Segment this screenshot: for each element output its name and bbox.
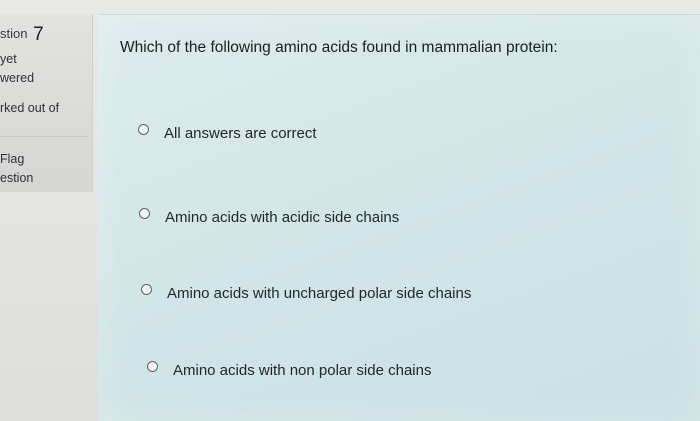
flag-label-line2: estion <box>0 171 34 185</box>
question-prefix: stion <box>0 26 28 41</box>
answer-option-non-polar[interactable]: Amino acids with non polar side chains <box>147 358 431 379</box>
radio-button[interactable] <box>147 361 158 372</box>
flag-label-line1: Flag <box>0 152 25 166</box>
flag-question-link[interactable]: Flag estion <box>0 150 33 188</box>
quiz-page: stion 7 yet wered rked out of Flag estio… <box>0 0 700 421</box>
answer-option-label: Amino acids with uncharged polar side ch… <box>167 285 472 302</box>
answer-option-label: All answers are correct <box>164 125 317 142</box>
question-info-panel: stion 7 yet wered rked out of Flag estio… <box>0 14 93 192</box>
answer-option-uncharged-polar[interactable]: Amino acids with uncharged polar side ch… <box>141 281 471 302</box>
status-text-line1: yet <box>0 52 17 66</box>
answer-option-acidic[interactable]: Amino acids with acidic side chains <box>139 205 399 226</box>
answer-option-all-correct[interactable]: All answers are correct <box>138 121 317 142</box>
status-text-line2: wered <box>0 71 35 85</box>
question-text: Which of the following amino acids found… <box>120 39 558 56</box>
radio-button[interactable] <box>138 124 149 135</box>
radio-button[interactable] <box>141 284 152 295</box>
question-panel: Which of the following amino acids found… <box>98 14 700 421</box>
answer-option-label: Amino acids with non polar side chains <box>173 362 432 379</box>
question-number-heading: stion 7 <box>0 22 44 45</box>
answer-option-label: Amino acids with acidic side chains <box>165 209 400 226</box>
info-divider <box>0 136 88 137</box>
marks-label: rked out of <box>0 101 60 115</box>
radio-button[interactable] <box>139 208 150 219</box>
question-number: 7 <box>33 24 44 45</box>
